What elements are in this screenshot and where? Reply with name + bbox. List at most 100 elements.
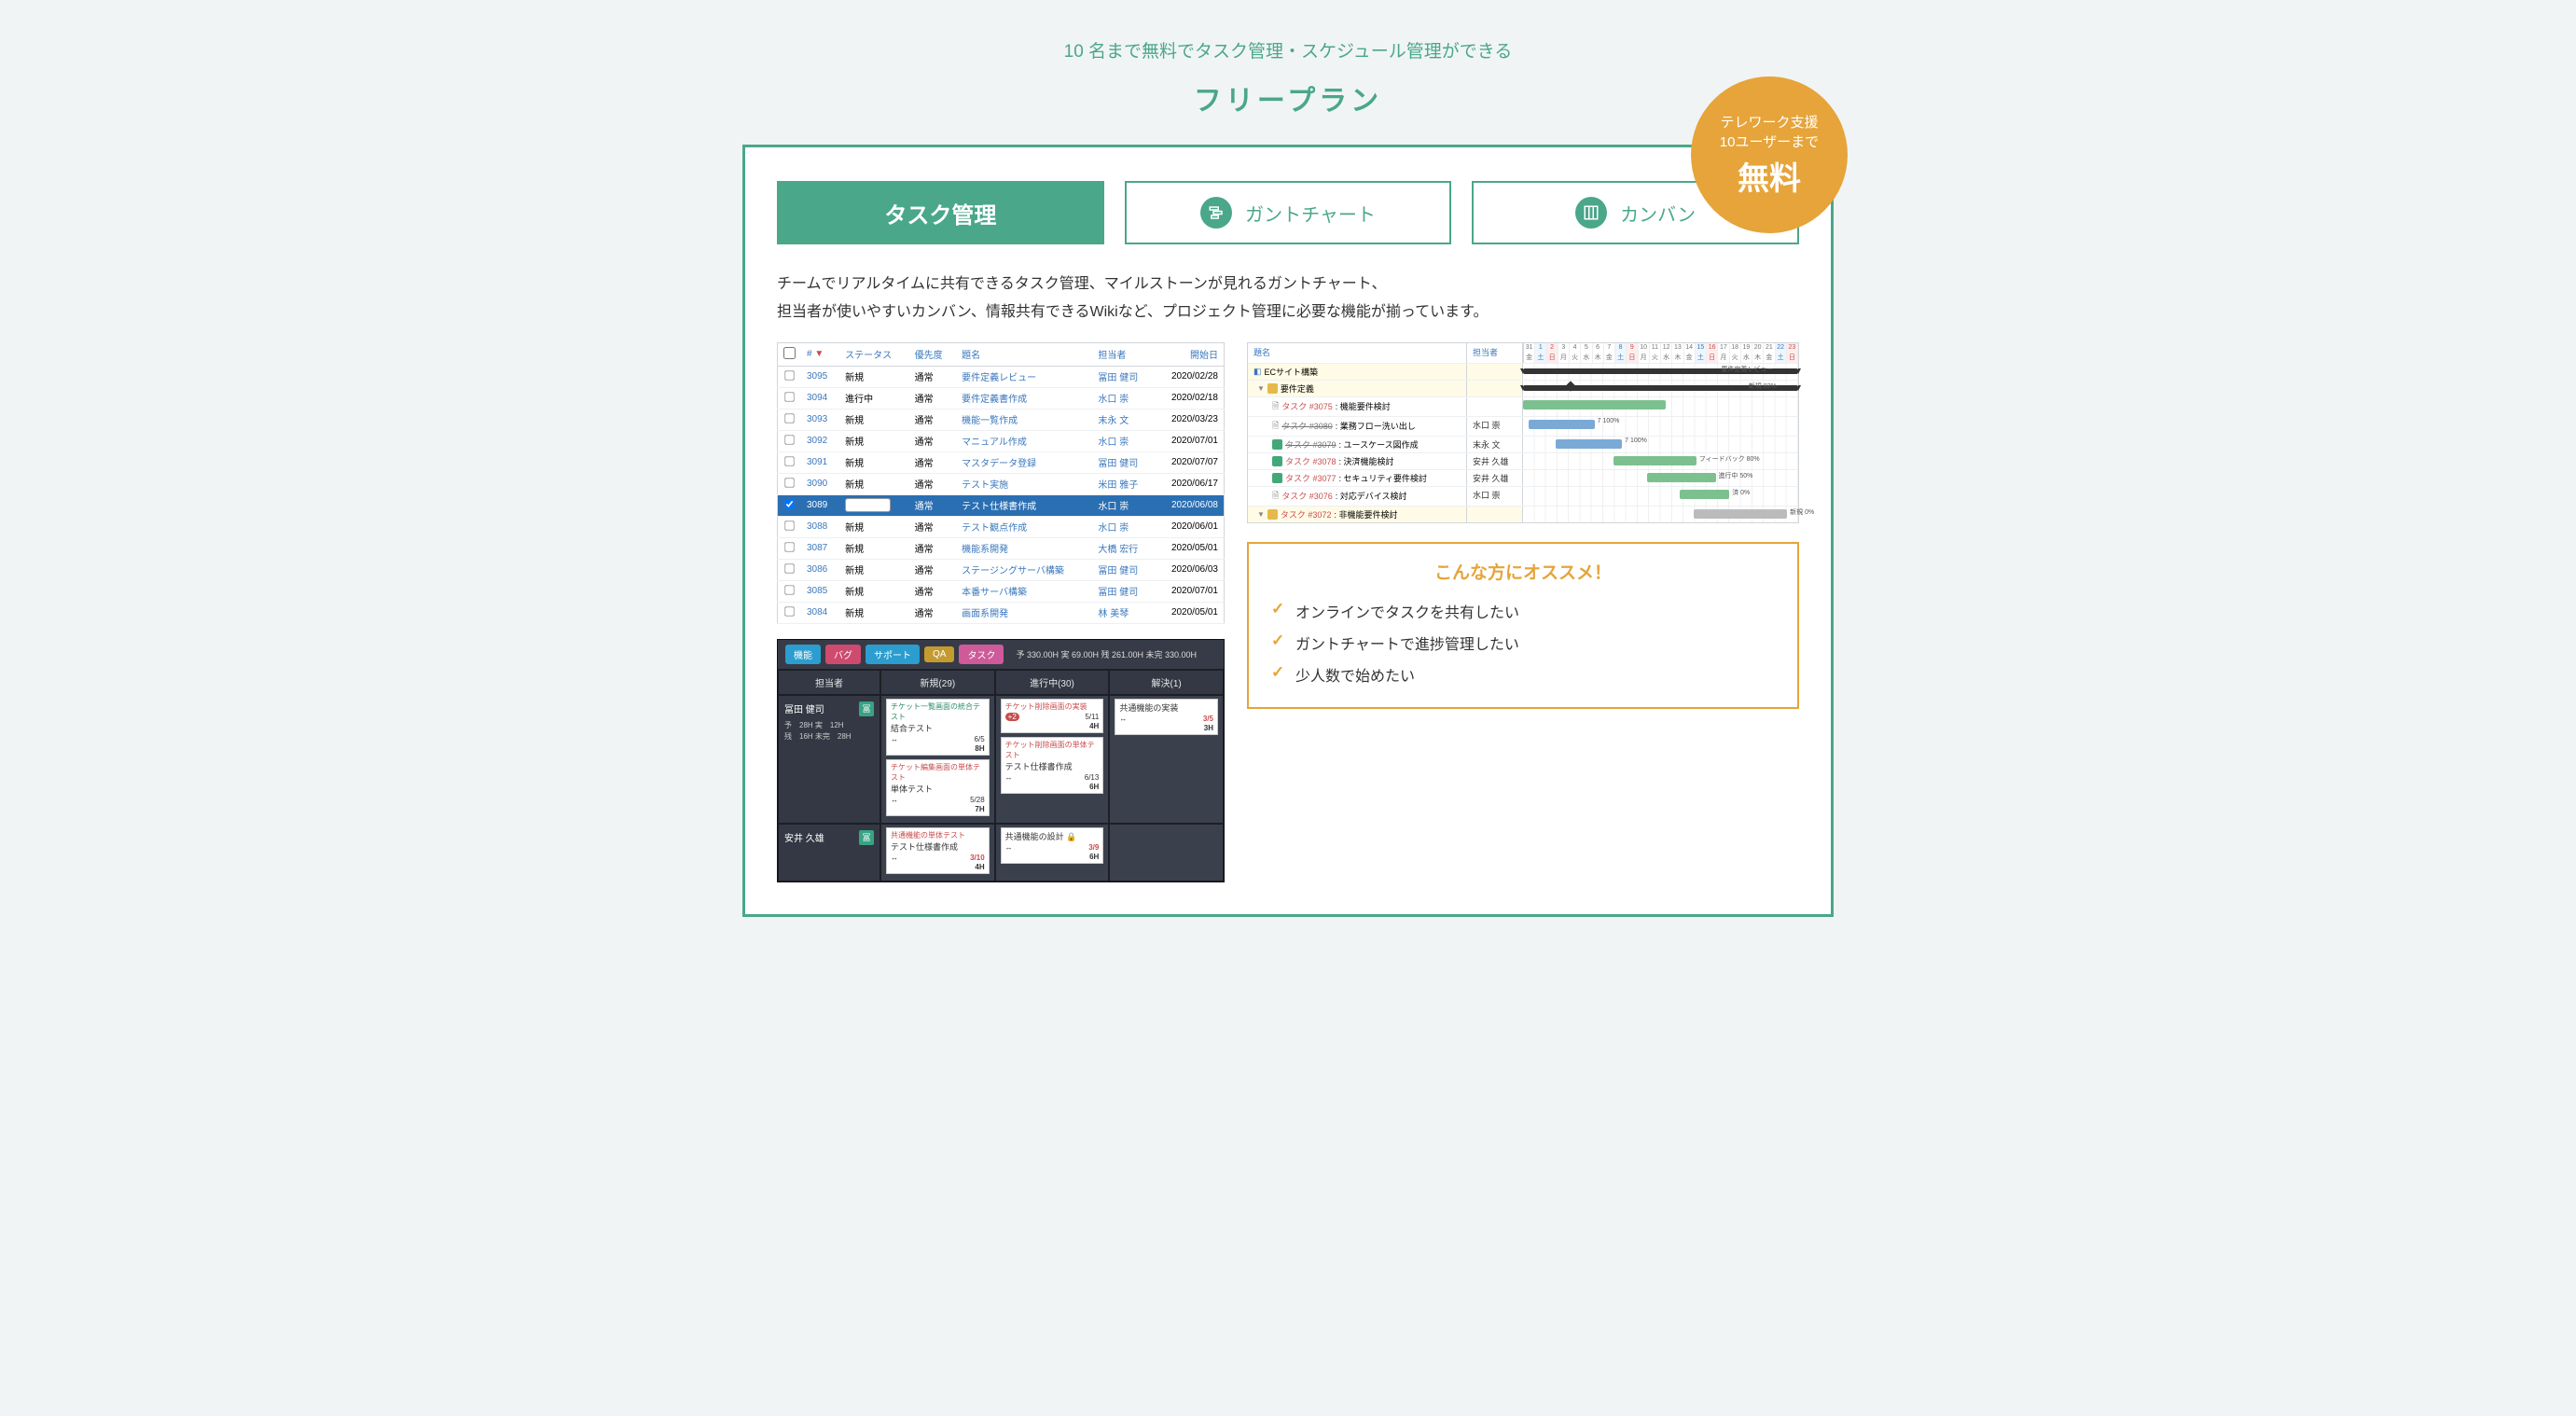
ticket-id-link[interactable]: 3089 bbox=[807, 500, 827, 510]
ticket-title-link[interactable]: 機能系開発 bbox=[962, 545, 1008, 555]
ticket-id-link[interactable]: 3091 bbox=[807, 457, 827, 467]
table-row[interactable]: 3095新規通常要件定義レビュー冨田 健司2020/02/28 bbox=[778, 366, 1225, 387]
kanban-filter-tab[interactable]: タスク bbox=[959, 645, 1004, 664]
assignee-link[interactable]: 冨田 健司 bbox=[1098, 588, 1138, 598]
table-row[interactable]: 3093新規通常機能一覧作成末永 文2020/03/23 bbox=[778, 409, 1225, 430]
gantt-bar[interactable] bbox=[1680, 490, 1729, 499]
ticket-title-link[interactable]: 要件定義書作成 bbox=[962, 395, 1027, 405]
ticket-title-link[interactable]: 画面系開発 bbox=[962, 609, 1008, 619]
gantt-row[interactable]: タスク #3079: ユースケース図作成末永 文7 100% bbox=[1248, 436, 1798, 452]
row-checkbox[interactable] bbox=[784, 585, 794, 594]
kanban-lane[interactable]: 共通機能の実装↔3/53H bbox=[1109, 695, 1224, 824]
gantt-ticket-link[interactable]: タスク #3078 bbox=[1285, 455, 1336, 467]
kanban-card[interactable]: チケット削除画面の実装+25/114H bbox=[1001, 699, 1104, 733]
kanban-filter-tab[interactable]: バグ bbox=[825, 645, 861, 664]
row-checkbox[interactable] bbox=[784, 499, 794, 508]
ticket-title-link[interactable]: マスタデータ登録 bbox=[962, 459, 1036, 469]
ticket-id-link[interactable]: 3094 bbox=[807, 393, 827, 403]
ticket-title-link[interactable]: テスト実施 bbox=[962, 480, 1008, 491]
row-checkbox[interactable] bbox=[784, 606, 794, 616]
table-row[interactable]: 3084新規通常画面系開発林 美琴2020/05/01 bbox=[778, 602, 1225, 623]
gantt-ticket-link[interactable]: タスク #3079 bbox=[1285, 438, 1336, 451]
assignee-link[interactable]: 林 美琴 bbox=[1098, 609, 1129, 619]
gantt-row[interactable]: 🗎 タスク #3076: 対応デバイス検討水口 崇済 0% bbox=[1248, 486, 1798, 506]
gantt-bar[interactable] bbox=[1523, 400, 1666, 410]
ticket-id-link[interactable]: 3084 bbox=[807, 607, 827, 618]
ticket-id-link[interactable]: 3085 bbox=[807, 586, 827, 596]
ticket-title-link[interactable]: 本番サーバ構築 bbox=[962, 588, 1027, 598]
table-row[interactable]: 3089進行中 ▾通常テスト仕様書作成水口 崇2020/06/08 bbox=[778, 494, 1225, 516]
task-col-header[interactable]: ステータス bbox=[839, 342, 909, 366]
kanban-filter-tab[interactable]: 機能 bbox=[785, 645, 821, 664]
table-row[interactable]: 3091新規通常マスタデータ登録冨田 健司2020/07/07 bbox=[778, 451, 1225, 473]
kanban-lane[interactable]: チケット一覧画面の統合テスト結合テスト↔6/58Hチケット編集画面の単体テスト単… bbox=[880, 695, 995, 824]
ticket-title-link[interactable]: ステージングサーバ構築 bbox=[962, 566, 1064, 576]
table-row[interactable]: 3090新規通常テスト実施米田 雅子2020/06/17 bbox=[778, 473, 1225, 494]
task-col-header[interactable]: 題名 bbox=[956, 342, 1092, 366]
gantt-bar[interactable] bbox=[1529, 420, 1595, 429]
gantt-row[interactable]: ◧ ECサイト構築要件定義レビュー bbox=[1248, 363, 1798, 380]
tab-gantt[interactable]: ガントチャート bbox=[1125, 181, 1452, 244]
gantt-bar[interactable] bbox=[1647, 473, 1716, 482]
row-checkbox[interactable] bbox=[784, 456, 794, 465]
ticket-title-link[interactable]: 要件定義レビュー bbox=[962, 373, 1036, 383]
task-col-header[interactable] bbox=[778, 342, 802, 366]
assignee-link[interactable]: 大橋 宏行 bbox=[1098, 545, 1138, 555]
gantt-ticket-link[interactable]: タスク #3075 bbox=[1281, 400, 1333, 412]
kanban-card[interactable]: チケット編集画面の単体テスト単体テスト↔5/287H bbox=[886, 759, 990, 816]
row-checkbox[interactable] bbox=[784, 521, 794, 530]
ticket-id-link[interactable]: 3093 bbox=[807, 414, 827, 424]
row-checkbox[interactable] bbox=[784, 392, 794, 401]
task-col-header[interactable]: 開始日 bbox=[1154, 342, 1224, 366]
gantt-row[interactable]: 🗎 タスク #3080: 業務フロー洗い出し水口 崇7 100% bbox=[1248, 416, 1798, 436]
kanban-filter-tab[interactable]: QA bbox=[924, 646, 954, 662]
kanban-lane[interactable] bbox=[1109, 824, 1224, 882]
row-checkbox[interactable] bbox=[784, 563, 794, 573]
gantt-row[interactable]: タスク #3078: 決済機能検討安井 久雄フィードバック 80% bbox=[1248, 452, 1798, 469]
table-row[interactable]: 3086新規通常ステージングサーバ構築冨田 健司2020/06/03 bbox=[778, 559, 1225, 580]
table-row[interactable]: 3085新規通常本番サーバ構築冨田 健司2020/07/01 bbox=[778, 580, 1225, 602]
gantt-bar[interactable] bbox=[1556, 439, 1622, 449]
row-checkbox[interactable] bbox=[784, 478, 794, 487]
gantt-ticket-link[interactable]: タスク #3077 bbox=[1285, 472, 1336, 484]
ticket-id-link[interactable]: 3087 bbox=[807, 543, 827, 553]
row-checkbox[interactable] bbox=[784, 413, 794, 423]
ticket-title-link[interactable]: テスト仕様書作成 bbox=[962, 502, 1036, 512]
ticket-id-link[interactable]: 3095 bbox=[807, 371, 827, 382]
assignee-link[interactable]: 水口 崇 bbox=[1098, 502, 1129, 512]
assignee-link[interactable]: 末永 文 bbox=[1098, 416, 1129, 426]
table-row[interactable]: 3092新規通常マニュアル作成水口 崇2020/07/01 bbox=[778, 430, 1225, 451]
kanban-card[interactable]: 共通機能の単体テストテスト仕様書作成↔3/104H bbox=[886, 827, 990, 874]
kanban-lane[interactable]: 共通機能の単体テストテスト仕様書作成↔3/104H bbox=[880, 824, 995, 882]
table-row[interactable]: 3087新規通常機能系開発大橋 宏行2020/05/01 bbox=[778, 537, 1225, 559]
assignee-link[interactable]: 水口 崇 bbox=[1098, 523, 1129, 534]
gantt-bar[interactable] bbox=[1694, 509, 1787, 519]
table-row[interactable]: 3094進行中通常要件定義書作成水口 崇2020/02/18 bbox=[778, 387, 1225, 409]
ticket-id-link[interactable]: 3092 bbox=[807, 436, 827, 446]
ticket-title-link[interactable]: テスト観点作成 bbox=[962, 523, 1027, 534]
assignee-link[interactable]: 米田 雅子 bbox=[1098, 480, 1138, 491]
gantt-row[interactable]: ▼ タスク #3072: 非機能要件検討新規 0% bbox=[1248, 506, 1798, 522]
assignee-link[interactable]: 冨田 健司 bbox=[1098, 459, 1138, 469]
select-all-checkbox[interactable] bbox=[783, 347, 796, 359]
kanban-card[interactable]: 共通機能の実装↔3/53H bbox=[1115, 699, 1218, 735]
assignee-link[interactable]: 水口 崇 bbox=[1098, 395, 1129, 405]
gantt-ticket-link[interactable]: タスク #3072 bbox=[1281, 508, 1332, 521]
kanban-lane[interactable]: チケット削除画面の実装+25/114H チケット削除画面の単体テストテスト仕様書作… bbox=[995, 695, 1110, 824]
task-col-header[interactable]: 担当者 bbox=[1092, 342, 1154, 366]
gantt-bar[interactable] bbox=[1613, 456, 1697, 465]
assignee-link[interactable]: 冨田 健司 bbox=[1098, 373, 1138, 383]
gantt-row[interactable]: ▼ 要件定義新規 83% bbox=[1248, 380, 1798, 396]
task-col-header[interactable]: 優先度 bbox=[909, 342, 956, 366]
assignee-link[interactable]: 冨田 健司 bbox=[1098, 566, 1138, 576]
ticket-id-link[interactable]: 3086 bbox=[807, 564, 827, 575]
gantt-row[interactable]: タスク #3077: セキュリティ要件検討安井 久雄進行中 50% bbox=[1248, 469, 1798, 486]
kanban-card[interactable]: チケット削除画面の単体テストテスト仕様書作成↔6/136H bbox=[1001, 737, 1104, 794]
kanban-card[interactable]: チケット一覧画面の統合テスト結合テスト↔6/58H bbox=[886, 699, 990, 756]
ticket-id-link[interactable]: 3090 bbox=[807, 479, 827, 489]
gantt-ticket-link[interactable]: タスク #3080 bbox=[1281, 420, 1333, 432]
kanban-card[interactable]: 共通機能の設計 🔒↔3/96H bbox=[1001, 827, 1104, 864]
kanban-lane[interactable]: 共通機能の設計 🔒↔3/96H bbox=[995, 824, 1110, 882]
task-col-header[interactable]: # ▼ bbox=[801, 342, 839, 366]
ticket-title-link[interactable]: マニュアル作成 bbox=[962, 437, 1027, 448]
